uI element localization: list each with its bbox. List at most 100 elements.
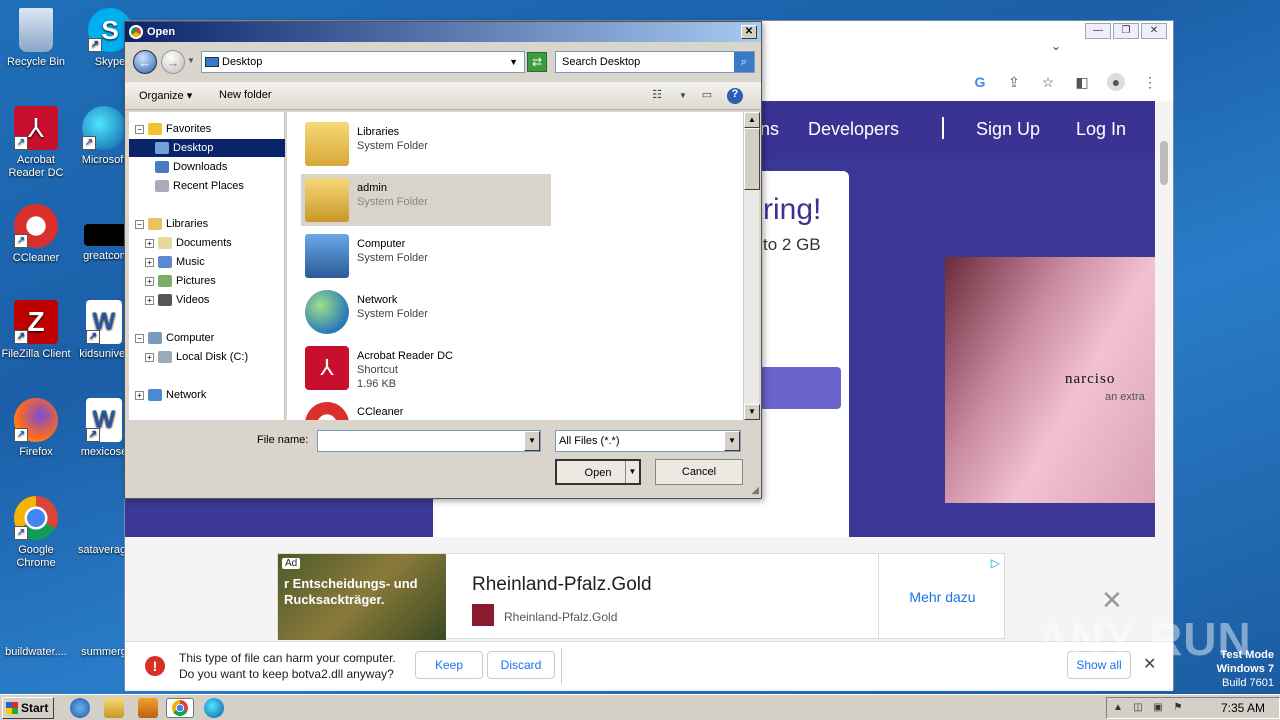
network-tray-icon[interactable]: ◫	[1131, 702, 1145, 714]
dialog-close-button[interactable]: ✕	[741, 25, 757, 39]
google-lens-icon[interactable]: G	[971, 73, 989, 91]
start-button[interactable]: Start	[2, 697, 54, 719]
nav-downloads[interactable]: Downloads	[155, 158, 227, 176]
nav-videos[interactable]: + Videos	[145, 291, 209, 309]
minimize-button[interactable]: —	[1085, 23, 1111, 39]
file-list-scrollbar[interactable]: ▲ ▼	[743, 112, 760, 420]
collapse-icon[interactable]: −	[135, 333, 144, 343]
tray-expand-icon[interactable]: ▲	[1111, 702, 1125, 714]
open-button[interactable]: Open ▼	[555, 459, 641, 485]
resize-grip-icon[interactable]: ◢	[751, 485, 759, 496]
expand-icon[interactable]: +	[145, 238, 154, 248]
nav-item-log-in[interactable]: Log In	[1076, 119, 1126, 140]
bookmark-star-icon[interactable]: ☆	[1039, 73, 1057, 91]
desktop-icon-firefox[interactable]: ↗ Firefox	[0, 398, 72, 459]
back-button[interactable]: ←	[133, 50, 157, 74]
change-view-icon[interactable]: ☷	[649, 88, 665, 104]
organize-button[interactable]: Organize ▾	[139, 89, 192, 102]
forward-button[interactable]: →	[161, 50, 185, 74]
expand-icon[interactable]: +	[145, 352, 154, 362]
nav-favorites[interactable]: − Favorites	[135, 120, 211, 138]
expand-icon[interactable]: +	[145, 257, 154, 267]
keep-button[interactable]: Keep	[415, 651, 483, 679]
file-item-libraries[interactable]: Libraries System Folder	[301, 118, 551, 170]
share-icon[interactable]: ⇪	[1005, 73, 1023, 91]
nav-pictures[interactable]: + Pictures	[145, 272, 216, 290]
desktop-icon-acrobat[interactable]: ⅄ ↗ Acrobat Reader DC	[0, 106, 72, 180]
media-player-icon[interactable]	[138, 698, 158, 718]
open-dropdown-icon[interactable]: ▼	[625, 461, 639, 483]
scroll-up-arrow-icon[interactable]: ▲	[744, 112, 760, 128]
flag-tray-icon[interactable]: ⚑	[1171, 702, 1185, 714]
side-panel-icon[interactable]: ◧	[1073, 73, 1091, 91]
file-name: Libraries	[357, 126, 400, 138]
nav-item-developers[interactable]: Developers	[808, 119, 899, 140]
address-dropdown-icon[interactable]: ▼	[509, 52, 518, 72]
dialog-titlebar[interactable]: Open ✕	[125, 22, 761, 42]
file-item-network[interactable]: Network System Folder	[301, 286, 551, 338]
adchoices-icon[interactable]: ▷	[991, 556, 1000, 570]
explorer-folder-icon[interactable]	[104, 698, 124, 718]
expand-icon[interactable]: +	[135, 390, 144, 400]
filter-dropdown-icon[interactable]: ▼	[724, 431, 740, 451]
nav-documents[interactable]: + Documents	[145, 234, 232, 252]
page-scrollbar[interactable]	[1155, 101, 1173, 691]
close-button[interactable]: ✕	[1141, 23, 1167, 39]
recent-pages-chevron-icon[interactable]: ▼	[187, 56, 195, 65]
nav-recent-places[interactable]: Recent Places	[155, 177, 244, 195]
file-item-computer[interactable]: Computer System Folder	[301, 230, 551, 282]
nav-network[interactable]: + Network	[135, 386, 206, 404]
search-box[interactable]: Search Desktop ⌕	[555, 51, 755, 73]
discard-button[interactable]: Discard	[487, 651, 555, 679]
nav-item-sign-up[interactable]: Sign Up	[976, 119, 1040, 140]
advertisement[interactable]: Ad r Entscheidungs- und Rucksackträger. …	[277, 553, 1006, 640]
new-folder-button[interactable]: New folder	[219, 89, 272, 101]
refresh-icon[interactable]: ⇄	[527, 52, 547, 72]
file-type-filter[interactable]: All Files (*.*) ▼	[555, 430, 741, 452]
nav-item-partial[interactable]: ns	[760, 119, 779, 140]
nav-libraries[interactable]: − Libraries	[135, 215, 208, 233]
scrollbar-thumb[interactable]	[1160, 141, 1168, 185]
desktop-icon-recycle-bin[interactable]: Recycle Bin	[0, 8, 72, 69]
desktop-icon-buildwater[interactable]: buildwater....	[0, 598, 72, 659]
desktop-icon-ccleaner[interactable]: ↗ CCleaner	[0, 204, 72, 265]
view-options-chevron-icon[interactable]: ▼	[675, 88, 691, 104]
menu-kebab-icon[interactable]: ⋮	[1141, 73, 1159, 91]
help-icon[interactable]: ?	[727, 88, 743, 104]
file-name-dropdown-icon[interactable]: ▼	[524, 431, 540, 451]
scrollbar-thumb[interactable]	[744, 128, 760, 190]
nav-local-disk[interactable]: + Local Disk (C:)	[145, 348, 248, 366]
desktop-icon-label: Acrobat Reader DC	[8, 154, 64, 179]
tab-search-chevron-icon[interactable]: ⌄	[1051, 39, 1061, 53]
ad-cta-link[interactable]: Mehr dazu	[878, 554, 1006, 640]
nav-computer[interactable]: − Computer	[135, 329, 214, 347]
expand-icon[interactable]: +	[145, 276, 154, 286]
ad-title[interactable]: Rheinland-Pfalz.Gold	[472, 574, 652, 596]
preview-pane-icon[interactable]: ▭	[699, 88, 715, 104]
cancel-button[interactable]: Cancel	[655, 459, 743, 485]
internet-explorer-icon[interactable]	[70, 698, 90, 718]
nav-desktop[interactable]: Desktop	[129, 139, 285, 157]
profile-avatar-icon[interactable]: ●	[1107, 73, 1125, 91]
file-item-admin[interactable]: admin System Folder	[301, 174, 551, 226]
edge-icon[interactable]	[204, 698, 224, 718]
search-icon[interactable]: ⌕	[734, 52, 754, 72]
desktop-icon-google-chrome[interactable]: ↗ Google Chrome	[0, 496, 72, 570]
desktop-icon-filezilla[interactable]: Z ↗ FileZilla Client	[0, 300, 72, 361]
file-item-ccleaner[interactable]: CCleaner Shortcut	[301, 398, 551, 420]
scroll-down-arrow-icon[interactable]: ▼	[744, 404, 760, 420]
expand-icon[interactable]: +	[145, 295, 154, 305]
promo-image[interactable]: narciso an extra	[945, 257, 1155, 503]
ad-image[interactable]: Ad r Entscheidungs- und Rucksackträger.	[278, 554, 446, 640]
hero-cta-button[interactable]	[759, 367, 841, 409]
address-bar[interactable]: Desktop ▼	[201, 51, 525, 73]
clock[interactable]: 7:35 AM	[1221, 701, 1265, 715]
file-item-acrobat-reader-dc[interactable]: ⅄ Acrobat Reader DC Shortcut 1.96 KB	[301, 342, 551, 394]
collapse-icon[interactable]: −	[135, 219, 144, 229]
file-name-input[interactable]: ▼	[317, 430, 541, 452]
nav-music[interactable]: + Music	[145, 253, 205, 271]
chrome-taskbar-button[interactable]	[166, 698, 194, 718]
restore-button[interactable]: ❐	[1113, 23, 1139, 39]
collapse-icon[interactable]: −	[135, 124, 144, 134]
display-tray-icon[interactable]: ▣	[1151, 702, 1165, 714]
